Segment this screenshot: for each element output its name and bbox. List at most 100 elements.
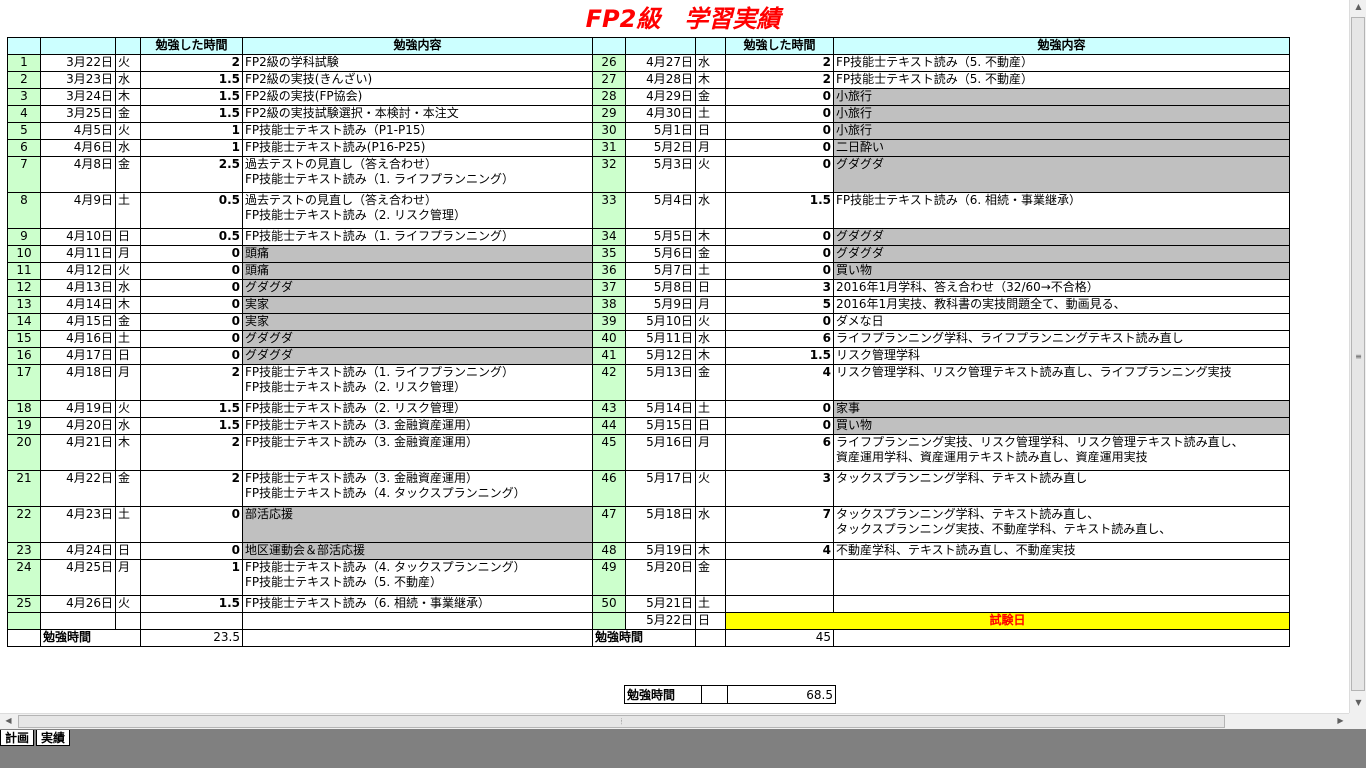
content-cell[interactable]: グダグダ (242, 279, 593, 297)
row-number-cell[interactable]: 32 (592, 156, 626, 193)
hours-cell[interactable]: 0 (725, 88, 834, 106)
content-cell[interactable]: FP技能士テキスト読み（6. 相続・事業継承） (242, 595, 593, 613)
weekday-cell[interactable]: 日 (695, 417, 726, 435)
hours-cell[interactable]: 0 (725, 262, 834, 280)
content-cell[interactable]: FP技能士テキスト読み（3. 金融資産運用） FP技能士テキスト読み（4. タック… (242, 470, 593, 507)
weekday-cell[interactable]: 水 (695, 330, 726, 348)
empty-cell[interactable] (140, 612, 243, 630)
weekday-cell[interactable]: 火 (695, 156, 726, 193)
horizontal-scrollbar[interactable]: ◀ ⦙ ▶ (0, 713, 1349, 729)
content-cell[interactable]: ダメな日 (833, 313, 1290, 331)
weekday-cell[interactable]: 日 (695, 122, 726, 140)
content-cell[interactable]: FP2級の実技試験選択・本検討・本注文 (242, 105, 593, 123)
date-cell[interactable]: 4月16日 (40, 330, 116, 348)
content-cell[interactable]: FP技能士テキスト読み（5. 不動産） (833, 54, 1290, 72)
content-cell[interactable] (833, 595, 1290, 613)
hours-cell[interactable]: 0 (140, 262, 243, 280)
row-number-cell[interactable]: 23 (7, 542, 41, 560)
date-cell[interactable]: 5月9日 (625, 296, 696, 314)
date-cell[interactable]: 3月22日 (40, 54, 116, 72)
date-cell[interactable]: 5月7日 (625, 262, 696, 280)
hours-cell[interactable]: 1 (140, 122, 243, 140)
hours-cell[interactable]: 6 (725, 330, 834, 348)
hours-cell[interactable]: 0 (725, 228, 834, 246)
hours-cell[interactable]: 7 (725, 506, 834, 543)
horizontal-scroll-thumb[interactable]: ⦙ (18, 715, 1225, 728)
date-cell[interactable]: 5月2日 (625, 139, 696, 157)
weekday-cell[interactable]: 火 (695, 313, 726, 331)
weekday-cell[interactable]: 火 (115, 595, 141, 613)
date-cell[interactable]: 3月25日 (40, 105, 116, 123)
hours-cell[interactable]: 1.5 (140, 71, 243, 89)
date-cell[interactable]: 5月1日 (625, 122, 696, 140)
weekday-cell[interactable]: 金 (695, 364, 726, 401)
weekday-cell[interactable]: 土 (115, 192, 141, 229)
content-cell[interactable]: 実家 (242, 313, 593, 331)
row-number-cell[interactable]: 30 (592, 122, 626, 140)
row-number-cell[interactable]: 8 (7, 192, 41, 229)
content-cell[interactable]: タックスプランニング学科、テキスト読み直し (833, 470, 1290, 507)
hours-cell[interactable]: 1.5 (140, 88, 243, 106)
row-number-cell[interactable]: 33 (592, 192, 626, 229)
content-cell[interactable]: 家事 (833, 400, 1290, 418)
row-number-cell[interactable]: 48 (592, 542, 626, 560)
empty-cell[interactable] (7, 612, 41, 630)
sheet-tab-results[interactable]: 実績 (36, 730, 71, 746)
empty-cell[interactable] (7, 629, 41, 647)
subtotal-value-right[interactable]: 45 (725, 629, 834, 647)
date-cell[interactable]: 5月14日 (625, 400, 696, 418)
subtotal-label-right[interactable]: 勉強時間 (592, 629, 696, 647)
content-cell[interactable]: グダグダ (833, 245, 1290, 263)
date-cell[interactable]: 4月11日 (40, 245, 116, 263)
content-cell[interactable]: 部活応援 (242, 506, 593, 543)
hours-cell[interactable]: 5 (725, 296, 834, 314)
date-cell[interactable]: 4月28日 (625, 71, 696, 89)
date-cell[interactable]: 4月9日 (40, 192, 116, 229)
hours-cell[interactable]: 2 (140, 470, 243, 507)
row-number-cell[interactable]: 10 (7, 245, 41, 263)
date-cell[interactable]: 5月13日 (625, 364, 696, 401)
hours-cell[interactable]: 2 (140, 364, 243, 401)
hours-cell[interactable]: 0.5 (140, 192, 243, 229)
hours-cell[interactable]: 2 (140, 434, 243, 471)
hours-cell[interactable]: 3 (725, 279, 834, 297)
content-cell[interactable]: 実家 (242, 296, 593, 314)
weekday-cell[interactable]: 土 (695, 595, 726, 613)
date-cell[interactable]: 4月25日 (40, 559, 116, 596)
weekday-cell[interactable]: 金 (695, 559, 726, 596)
row-number-cell[interactable]: 49 (592, 559, 626, 596)
hours-cell[interactable]: 0.5 (140, 228, 243, 246)
date-cell[interactable]: 4月8日 (40, 156, 116, 193)
hours-cell[interactable]: 1.5 (725, 347, 834, 365)
weekday-cell[interactable]: 木 (115, 296, 141, 314)
row-number-cell[interactable]: 38 (592, 296, 626, 314)
date-cell[interactable]: 5月6日 (625, 245, 696, 263)
empty-cell[interactable] (40, 612, 116, 630)
content-cell[interactable]: FP技能士テキスト読み（2. リスク管理） (242, 400, 593, 418)
content-cell[interactable]: FP技能士テキスト読み（1. ライフプランニング） (242, 228, 593, 246)
content-cell[interactable]: 2016年1月実技、教科書の実技問題全て、動画見る、 (833, 296, 1290, 314)
row-number-cell[interactable]: 11 (7, 262, 41, 280)
header-date-cell[interactable] (625, 37, 696, 55)
hours-cell[interactable]: 0 (140, 330, 243, 348)
content-cell[interactable]: 小旅行 (833, 105, 1290, 123)
date-cell[interactable]: 5月8日 (625, 279, 696, 297)
weekday-cell[interactable]: 火 (115, 400, 141, 418)
row-number-cell[interactable]: 46 (592, 470, 626, 507)
hours-cell[interactable]: 2 (725, 71, 834, 89)
header-content-left[interactable]: 勉強内容 (242, 37, 593, 55)
hours-cell[interactable]: 1.5 (140, 595, 243, 613)
hours-cell[interactable]: 0 (140, 506, 243, 543)
date-cell[interactable]: 5月19日 (625, 542, 696, 560)
hours-cell[interactable]: 4 (725, 364, 834, 401)
content-cell[interactable]: FP技能士テキスト読み（6. 相続・事業継承） (833, 192, 1290, 229)
weekday-cell[interactable]: 金 (115, 470, 141, 507)
empty-cell[interactable] (115, 612, 141, 630)
date-cell[interactable]: 5月17日 (625, 470, 696, 507)
empty-cell[interactable] (242, 612, 593, 630)
row-number-cell[interactable]: 14 (7, 313, 41, 331)
row-number-cell[interactable]: 29 (592, 105, 626, 123)
weekday-cell[interactable]: 木 (695, 71, 726, 89)
row-number-cell[interactable]: 9 (7, 228, 41, 246)
subtotal-value-left[interactable]: 23.5 (140, 629, 243, 647)
